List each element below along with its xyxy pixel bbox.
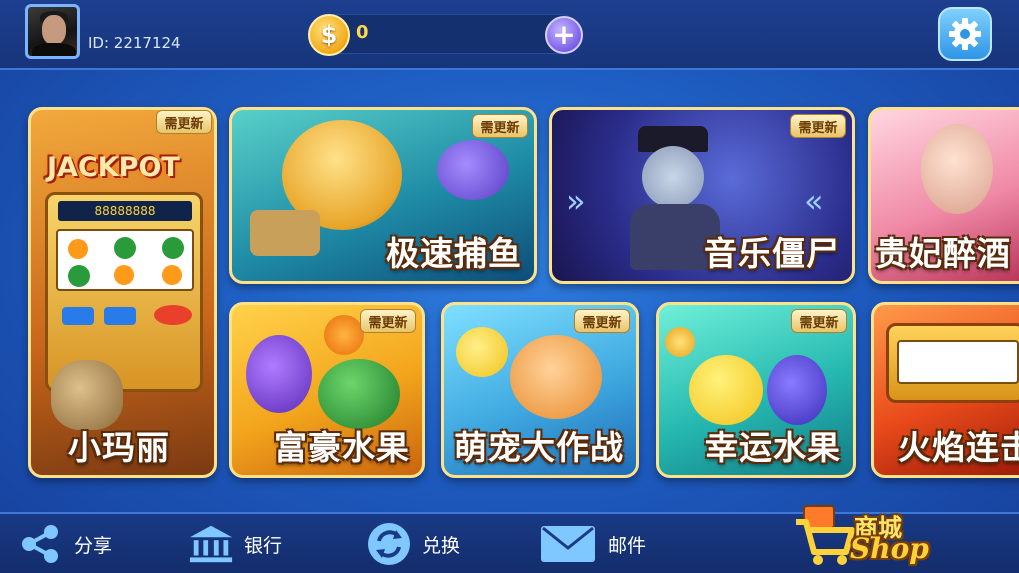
slot-button-blue <box>62 307 94 325</box>
slot-button-red <box>154 305 192 325</box>
game-title: 贵妃醉酒 <box>875 234 1011 273</box>
nav-exchange-button[interactable]: 兑换 <box>366 520 460 568</box>
lemon-fruit <box>689 355 763 425</box>
gold-coin-icon: $ <box>308 14 350 56</box>
slot-machine <box>886 323 1019 403</box>
update-badge: 需更新 <box>156 110 212 134</box>
game-title: 音乐僵尸 <box>704 234 840 273</box>
game-card-flame-combo[interactable]: 火焰连击 <box>871 302 1019 478</box>
watermelon-fruit <box>318 359 400 429</box>
update-badge: 需更新 <box>790 114 846 138</box>
orange-fruit <box>114 265 134 285</box>
nav-mail-button[interactable]: 邮件 <box>538 520 646 568</box>
game-card-lucky-fruit[interactable]: 需更新 幸运水果 <box>656 302 856 478</box>
shop-button[interactable]: 商城 Shop <box>792 498 952 570</box>
shopping-cart-icon <box>796 505 855 565</box>
grape-cluster <box>767 355 827 425</box>
chevron-right-icon: » <box>566 182 586 220</box>
watermelon-fruit <box>114 237 136 259</box>
orange-fruit <box>162 265 182 285</box>
game-title: 极速捕鱼 <box>386 234 522 273</box>
game-card-music-zombie[interactable]: » « 需更新 音乐僵尸 <box>549 107 855 284</box>
add-coins-button[interactable]: + <box>545 16 583 54</box>
user-avatar[interactable] <box>25 4 80 59</box>
avatar-body <box>32 43 76 56</box>
update-badge: 需更新 <box>472 114 528 138</box>
update-badge: 需更新 <box>791 309 847 333</box>
shop-sub-label: Shop <box>850 532 929 565</box>
slot-reel-window <box>56 229 194 291</box>
avatar-face <box>42 15 66 45</box>
watermelon-fruit <box>68 265 90 287</box>
nav-share-button[interactable]: 分享 <box>18 520 112 568</box>
update-badge: 需更新 <box>574 309 630 333</box>
money-bag <box>51 360 123 430</box>
game-card-cute-pet-battle[interactable]: 需更新 萌宠大作战 <box>441 302 639 478</box>
nav-exchange-label: 兑换 <box>422 534 461 557</box>
gear-icon <box>949 18 981 50</box>
settings-button[interactable] <box>938 7 992 61</box>
nav-bank-label: 银行 <box>244 534 283 557</box>
concubine-character <box>921 124 993 214</box>
game-title: 火焰连击 <box>898 428 1019 467</box>
game-card-fish-hunter[interactable]: 需更新 极速捕鱼 <box>229 107 537 284</box>
slot-reel-display: 88888888 <box>58 201 192 221</box>
game-card-drunken-concubine[interactable]: 贵妃醉酒 <box>868 107 1019 284</box>
slot-reel-window <box>897 340 1019 384</box>
gold-coin-icon <box>665 327 695 357</box>
purple-fish <box>437 140 509 200</box>
bank-icon <box>188 522 234 566</box>
game-card-rich-fruit[interactable]: 需更新 富豪水果 <box>229 302 425 478</box>
treasure-chest <box>250 210 320 256</box>
jackpot-marquee: JACKPOT <box>47 152 180 183</box>
zombie-character <box>642 146 704 208</box>
slot-button-blue <box>104 307 136 325</box>
watermelon-fruit <box>162 237 184 259</box>
orange-fruit <box>324 315 364 355</box>
share-icon <box>18 522 64 566</box>
nav-share-label: 分享 <box>74 534 113 557</box>
orange-fruit <box>68 239 88 259</box>
nav-mail-label: 邮件 <box>608 534 647 557</box>
nav-bank-button[interactable]: 银行 <box>188 520 282 568</box>
game-title: 幸运水果 <box>705 428 841 467</box>
game-title: 富豪水果 <box>274 428 410 467</box>
corgi-dog <box>510 335 602 419</box>
exchange-icon <box>366 522 412 566</box>
coin-balance-value: 0 <box>356 22 369 43</box>
grape-cluster <box>246 335 312 413</box>
mail-icon <box>538 522 598 566</box>
yellow-chick <box>456 327 508 377</box>
game-title: 萌宠大作战 <box>454 428 624 467</box>
game-card-little-mary[interactable]: JACKPOT 88888888 小玛丽 <box>28 107 217 478</box>
chevron-left-icon: « <box>804 182 824 220</box>
game-title: 小玛丽 <box>68 428 170 467</box>
update-badge: 需更新 <box>360 309 416 333</box>
user-id-label: ID: 2217124 <box>88 34 181 52</box>
